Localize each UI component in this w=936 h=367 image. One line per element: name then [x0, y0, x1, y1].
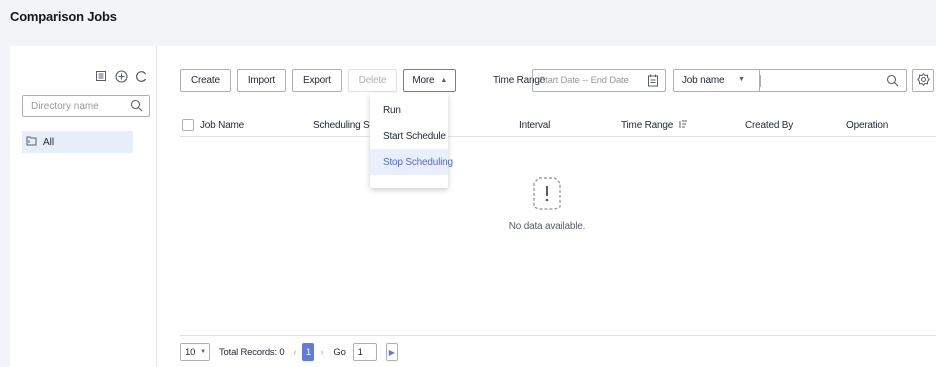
more-button[interactable]: More ▲ [403, 69, 457, 92]
page-header: Comparison Jobs [0, 0, 936, 46]
toolbar: Create Import Export Delete More ▲ [180, 69, 457, 92]
sort-icon[interactable] [676, 120, 688, 131]
caret-up-icon: ▲ [440, 77, 448, 84]
empty-state: No data available. [477, 174, 617, 232]
delete-button[interactable]: Delete [347, 69, 398, 92]
jobs-main: Create Import Export Delete More ▲ Time … [157, 46, 936, 367]
search-icon[interactable] [886, 74, 899, 90]
filter-field-select[interactable]: Job name ▼ [673, 69, 759, 92]
divider [760, 75, 761, 87]
go-page-input[interactable]: 1 [352, 343, 377, 361]
create-button[interactable]: Create [180, 69, 231, 92]
directory-search [22, 95, 150, 117]
go-label: Go [333, 346, 346, 358]
settings-button[interactable] [912, 69, 934, 92]
tree-item-all[interactable]: All [22, 131, 133, 153]
menu-item-run[interactable]: Run [370, 97, 448, 123]
tree-item-label: All [43, 136, 55, 148]
pagination: 10 ▼ Total Records: 0 ‹ 1 › Go 1 ▶ [180, 343, 398, 361]
prev-page-icon[interactable]: ‹ [293, 347, 296, 358]
new-folder-icon[interactable] [94, 69, 108, 83]
calendar-icon[interactable] [647, 74, 659, 90]
more-button-label: More [412, 75, 435, 86]
page-size-select[interactable]: 10 ▼ [180, 343, 210, 361]
refresh-icon[interactable] [134, 69, 148, 83]
more-dropdown-menu: Run Start Schedule Stop Scheduling [370, 93, 453, 188]
import-button[interactable]: Import [236, 69, 286, 92]
search-icon[interactable] [130, 99, 143, 115]
select-all-checkbox[interactable] [182, 119, 194, 131]
next-page-icon[interactable]: › [320, 347, 323, 358]
menu-item-start-schedule[interactable]: Start Schedule [370, 123, 448, 149]
filter-search-input[interactable] [759, 69, 907, 92]
column-time-range-label: Time Range [621, 120, 674, 131]
empty-data-icon [530, 177, 564, 215]
sidebar-tools [94, 69, 148, 83]
column-interval[interactable]: Interval [519, 120, 550, 131]
column-created-by[interactable]: Created By [745, 120, 793, 131]
chevron-down-icon: ▼ [200, 349, 206, 355]
page-title: Comparison Jobs [10, 9, 117, 24]
add-circle-icon[interactable] [114, 69, 128, 83]
column-job-name[interactable]: Job Name [200, 120, 244, 131]
page-size-value: 10 [185, 346, 196, 358]
jump-icon[interactable]: ▶ [385, 343, 398, 361]
table-header: Job Name Scheduling Status Interval Time… [180, 115, 936, 137]
filter-field-value: Job name [682, 75, 725, 86]
current-page[interactable]: 1 [302, 343, 315, 361]
directory-sidebar: All [10, 46, 157, 367]
chevron-down-icon: ▼ [738, 76, 745, 83]
date-range-picker[interactable]: Start Date -- End Date [532, 69, 666, 92]
empty-state-text: No data available. [508, 221, 586, 232]
divider [180, 335, 936, 336]
gear-icon [916, 72, 930, 89]
export-button[interactable]: Export [291, 69, 342, 92]
date-range-placeholder: Start Date -- End Date [539, 75, 629, 86]
directory-search-input[interactable] [23, 96, 123, 116]
column-operation[interactable]: Operation [846, 120, 888, 131]
content-panel: All Create Import Export Delete More ▲ T… [10, 46, 936, 367]
folder-icon [26, 135, 37, 149]
menu-item-stop-scheduling[interactable]: Stop Scheduling [370, 149, 453, 175]
total-records: Total Records: 0 [219, 346, 285, 358]
column-time-range[interactable]: Time Range [621, 120, 688, 131]
